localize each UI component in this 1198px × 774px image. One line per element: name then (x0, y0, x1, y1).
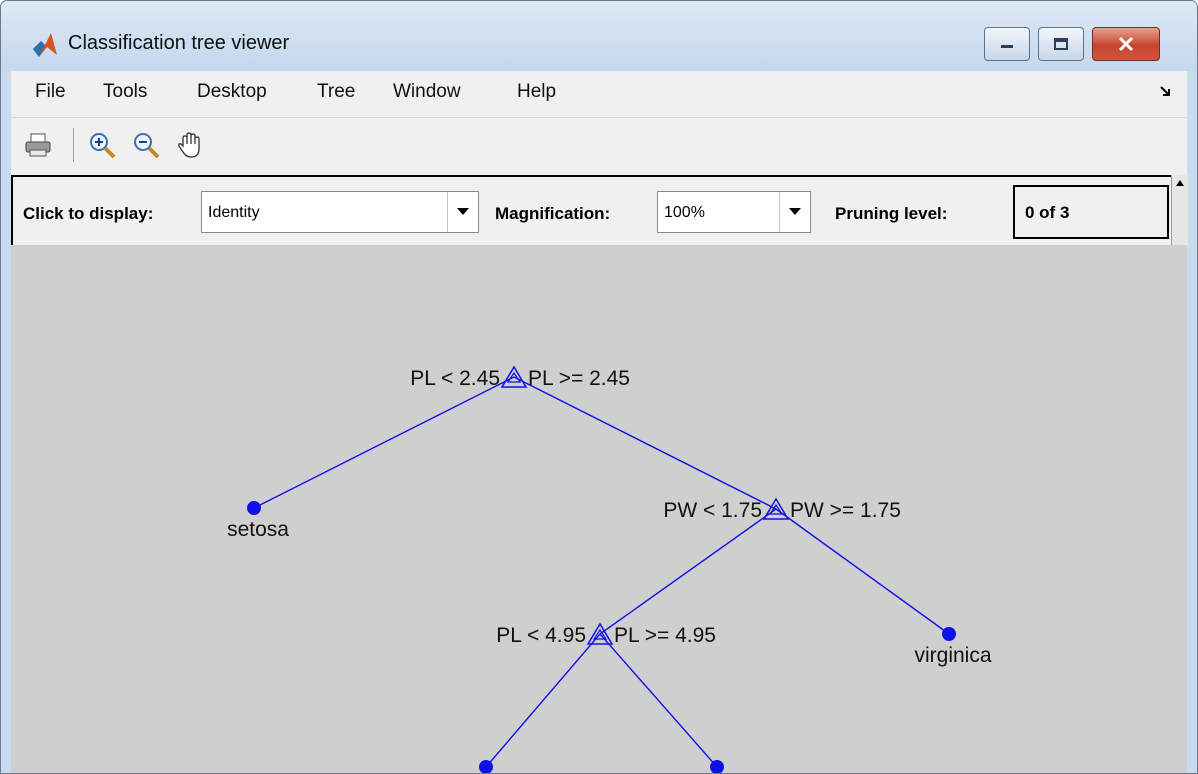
tree-diagram: PL < 2.45 PL >= 2.45 setosa PW < 1.75 PW >= … (227, 365, 992, 773)
tree-edge (485, 633, 601, 768)
magnification-value: 100% (664, 204, 705, 221)
split-rule-right: PL >= 4.95 (614, 624, 716, 647)
split-rule-left: PL < 2.45 (410, 367, 500, 390)
split-rule-left: PW < 1.75 (663, 499, 762, 522)
menu-tools[interactable]: Tools (103, 81, 147, 103)
leaf-node-marker (247, 501, 261, 515)
menu-file[interactable]: File (35, 81, 66, 103)
split-node[interactable]: PL < 2.45 PL >= 2.45 (410, 365, 630, 390)
minimize-button[interactable] (984, 27, 1030, 61)
tree-edge (599, 508, 777, 635)
pruning-label: Pruning level: (835, 204, 948, 223)
pruning-scrollbar[interactable] (1171, 175, 1188, 247)
maximize-icon (1054, 38, 1068, 50)
leaf-class-label: setosa (227, 518, 289, 541)
menu-desktop[interactable]: Desktop (197, 81, 267, 103)
leaf-node[interactable]: virginica (682, 760, 759, 773)
close-button[interactable] (1092, 27, 1160, 61)
leaf-class-label: virginica (914, 644, 991, 667)
magnification-label: Magnification: (495, 204, 611, 223)
menu-bar: File Tools Desktop Tree Window Help (11, 71, 1187, 117)
split-node[interactable]: PL < 4.95 PL >= 4.95 (496, 622, 716, 647)
tree-canvas[interactable]: PL < 2.45 PL >= 2.45 setosa PW < 1.75 PW >= … (11, 245, 1187, 773)
scroll-up-icon[interactable] (1172, 175, 1188, 191)
toolbar-separator (73, 128, 74, 162)
display-dropdown[interactable]: Identity (201, 191, 479, 233)
zoom-in-icon[interactable] (87, 130, 117, 160)
pruning-level-field[interactable]: 0 of 3 (1013, 185, 1169, 239)
window-title: Classification tree viewer (68, 32, 290, 54)
print-icon[interactable] (23, 130, 53, 160)
toolbar (11, 117, 1187, 168)
split-node[interactable]: PW < 1.75 PW >= 1.75 (663, 497, 901, 522)
tree-edge (599, 633, 718, 768)
tree-edge (775, 508, 950, 635)
split-rule-right: PW >= 1.75 (790, 499, 901, 522)
app-window: Classification tree viewer File Tools De… (0, 0, 1198, 774)
leaf-node-marker (942, 627, 956, 641)
magnification-dropdown[interactable]: 100% (657, 191, 811, 233)
split-rule-left: PL < 4.95 (496, 624, 586, 647)
maximize-button[interactable] (1038, 27, 1084, 61)
minimize-icon (1001, 45, 1013, 48)
leaf-node[interactable]: virginica (914, 627, 992, 667)
controls-panel: Click to display: Identity Magnification… (11, 175, 1173, 247)
pan-hand-icon[interactable] (175, 130, 205, 160)
split-rule-right: PL >= 2.45 (528, 367, 630, 390)
tree-edge (253, 376, 515, 509)
dock-arrow-icon[interactable] (1159, 85, 1173, 99)
leaf-node[interactable]: setosa (227, 501, 289, 541)
magnification-dropdown-button[interactable] (779, 192, 810, 232)
close-icon (1118, 36, 1134, 52)
tree-edge (513, 376, 777, 510)
zoom-out-icon[interactable] (131, 130, 161, 160)
pruning-value: 0 of 3 (1025, 203, 1070, 222)
matlab-icon (33, 33, 57, 57)
display-dropdown-button[interactable] (447, 192, 478, 232)
display-label: Click to display: (23, 204, 154, 223)
client-area: File Tools Desktop Tree Window Help Clic… (11, 71, 1188, 773)
menu-window[interactable]: Window (393, 81, 461, 103)
menu-tree[interactable]: Tree (317, 81, 355, 103)
menu-help[interactable]: Help (517, 81, 556, 103)
chevron-down-icon (457, 208, 469, 215)
title-bar[interactable]: Classification tree viewer (1, 1, 1197, 71)
display-value: Identity (208, 204, 260, 221)
chevron-down-icon (789, 208, 801, 215)
leaf-node[interactable]: versicolor (445, 760, 535, 773)
